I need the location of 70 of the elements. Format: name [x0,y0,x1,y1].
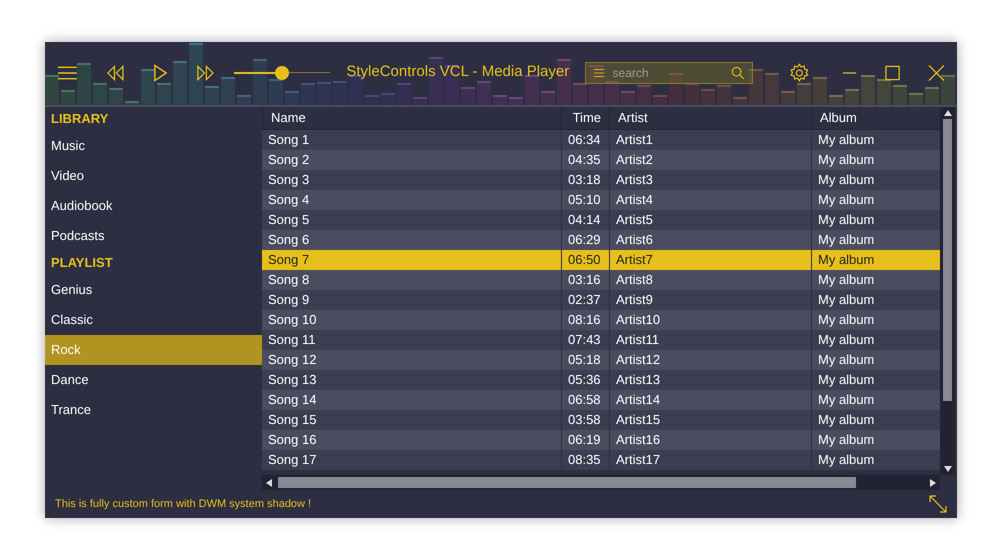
sidebar-item[interactable]: Genius [45,275,262,305]
table-cell: Artist17 [609,450,811,470]
table-cell-text: Song 4 [267,191,310,210]
table-cell-text: Song 2 [267,151,310,170]
table-cell-text: Song 14 [267,391,318,410]
scroll-left-icon[interactable] [266,478,272,486]
search-icon[interactable] [730,64,744,80]
maximize-icon[interactable] [885,64,900,80]
column-header[interactable]: Name [262,107,561,129]
table-row[interactable]: Song 5 04:14 Artist5 My album [262,210,940,230]
search-field[interactable]: search [612,64,723,82]
table-row[interactable]: Song 17 08:35 Artist17 My album [262,450,940,470]
sidebar-item[interactable]: Podcasts [45,221,262,251]
close-icon[interactable] [928,64,946,82]
table-row[interactable]: Song 4 05:10 Artist4 My album [262,190,940,210]
table-row[interactable]: Song 13 05:36 Artist13 My album [262,370,940,390]
table-row[interactable]: Song 1 06:34 Artist1 My album [262,130,940,150]
section-heading: LIBRARY [50,110,110,128]
table-row[interactable]: Song 10 08:16 Artist10 My album [262,310,940,330]
table-cell-text: Song 10 [267,311,318,330]
table-cell-text: Song 6 [267,231,310,250]
search-bar[interactable]: search [585,62,754,84]
table-row[interactable]: Song 7 06:50 Artist7 My album [262,250,940,270]
table-cell-text: Song 3 [267,171,310,190]
volume-slider[interactable] [234,66,330,80]
sidebar-item[interactable]: Dance [45,365,262,395]
status-text: This is fully custom form with DWM system shadow ! [55,496,312,512]
column-header[interactable]: Time [561,107,609,129]
table-cell-text: Song 1 [267,131,310,150]
table-cell-text: Song 8 [267,271,310,290]
horizontal-scrollbar[interactable] [262,475,940,490]
table-row[interactable]: Song 3 03:18 Artist3 My album [262,170,940,190]
table-cell-text: Song 15 [267,411,318,430]
table-cell-text: Song 13 [267,371,318,390]
table-cell-text: Song 9 [267,291,310,310]
table-cell-text: Song 7 [267,251,310,270]
sidebar-item[interactable]: Trance [45,395,262,425]
table-row[interactable]: Song 12 05:18 Artist12 My album [262,350,940,370]
scroll-up-icon[interactable] [944,110,952,116]
window-title: StyleControls VCL - Media Player [346,62,570,82]
menu-icon[interactable] [594,68,605,78]
play-icon[interactable] [152,64,168,82]
column-header[interactable]: Artist [609,107,811,129]
section-heading: PLAYLIST [50,254,114,272]
sidebar-item[interactable]: Audiobook [45,191,262,221]
scroll-right-icon[interactable] [930,478,936,486]
resize-icon[interactable] [929,495,947,513]
table-cell-text: Song 11 [267,331,316,350]
table-cell-text: Song 5 [267,211,310,230]
rewind-icon[interactable] [106,64,125,80]
vertical-scrollbar[interactable] [940,107,955,475]
table-row[interactable]: Song 15 03:58 Artist15 My album [262,410,940,430]
sidebar-item[interactable]: Classic [45,305,262,335]
table-row[interactable]: Song 8 03:16 Artist8 My album [262,270,940,290]
sidebar-item[interactable]: Video [45,161,262,191]
table-cell-text: Song 16 [267,431,318,450]
table-row[interactable]: Song 9 02:37 Artist9 My album [262,290,940,310]
menu-icon[interactable] [57,66,78,80]
table-row[interactable]: Song 2 04:35 Artist2 My album [262,150,940,170]
fast-forward-icon[interactable] [196,64,214,80]
table-row[interactable]: Song 14 06:58 Artist14 My album [262,390,940,410]
table-row[interactable]: Song 6 06:29 Artist6 My album [262,230,940,250]
table-row[interactable]: Song 11 07:43 Artist11 My album [262,330,940,350]
table-cell: 08:35 [561,450,609,470]
sidebar-item[interactable]: Music [45,131,262,161]
settings-icon[interactable] [789,62,810,84]
table-cell-text: Song 12 [267,351,318,370]
table-row[interactable]: Song 16 06:19 Artist16 My album [262,430,940,450]
table-cell-text: Song 17 [267,451,318,470]
scroll-down-icon[interactable] [944,466,952,472]
